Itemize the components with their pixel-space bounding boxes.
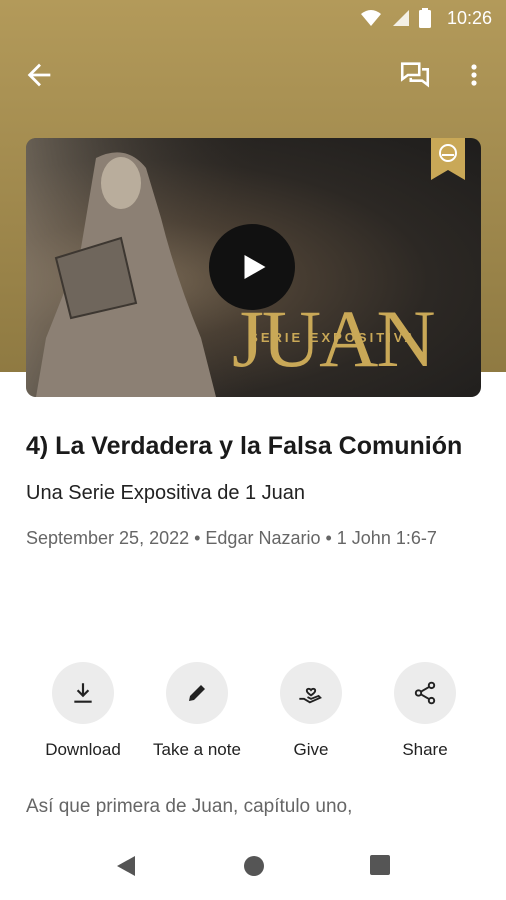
more-options-icon[interactable]	[462, 58, 486, 92]
nav-home-icon[interactable]	[242, 854, 266, 878]
series-name[interactable]: Una Serie Expositiva de 1 Juan	[26, 482, 486, 505]
play-button[interactable]	[209, 224, 295, 310]
share-icon	[414, 681, 436, 705]
bookmark-logo-icon	[431, 138, 465, 180]
play-icon	[244, 255, 266, 279]
pencil-icon	[189, 685, 205, 701]
wifi-icon	[360, 10, 381, 26]
back-arrow-icon[interactable]	[22, 58, 56, 92]
download-icon	[74, 683, 92, 703]
give-action[interactable]: Give	[251, 662, 371, 760]
app-bar	[0, 48, 506, 100]
take-note-button[interactable]	[166, 662, 228, 724]
share-label: Share	[402, 740, 448, 759]
status-bar: 10:26	[0, 0, 506, 36]
nav-recents-icon[interactable]	[369, 854, 391, 876]
chat-icon[interactable]	[398, 58, 432, 92]
take-note-action[interactable]: Take a note	[137, 662, 257, 760]
download-action[interactable]: Download	[23, 662, 143, 760]
battery-icon	[418, 8, 431, 28]
download-button[interactable]	[52, 662, 114, 724]
signal-icon	[392, 10, 409, 26]
take-note-label: Take a note	[153, 740, 241, 759]
give-label: Give	[293, 740, 329, 759]
sermon-details: 4) La Verdadera y la Falsa Comunión Una …	[26, 424, 486, 553]
share-action[interactable]: Share	[365, 662, 485, 760]
artwork-subtitle: SERIE EXPOSITIVA	[249, 330, 417, 345]
share-button[interactable]	[394, 662, 456, 724]
sermon-title: 4) La Verdadera y la Falsa Comunión	[26, 432, 463, 460]
give-hand-heart-icon	[299, 687, 322, 704]
transcript-text: Así que primera de Juan, capítulo uno,	[26, 796, 353, 817]
download-label: Download	[45, 740, 121, 759]
status-time: 10:26	[446, 7, 492, 28]
video-player[interactable]: 1 JUAN SERIE EXPOSITIVA	[26, 138, 481, 397]
nav-back-icon[interactable]	[115, 854, 137, 878]
system-nav-bar	[0, 840, 506, 900]
give-button[interactable]	[280, 662, 342, 724]
sermon-meta: September 25, 2022 • Edgar Nazario • 1 J…	[26, 528, 437, 548]
action-row: Download Take a note Give Share	[0, 662, 506, 772]
